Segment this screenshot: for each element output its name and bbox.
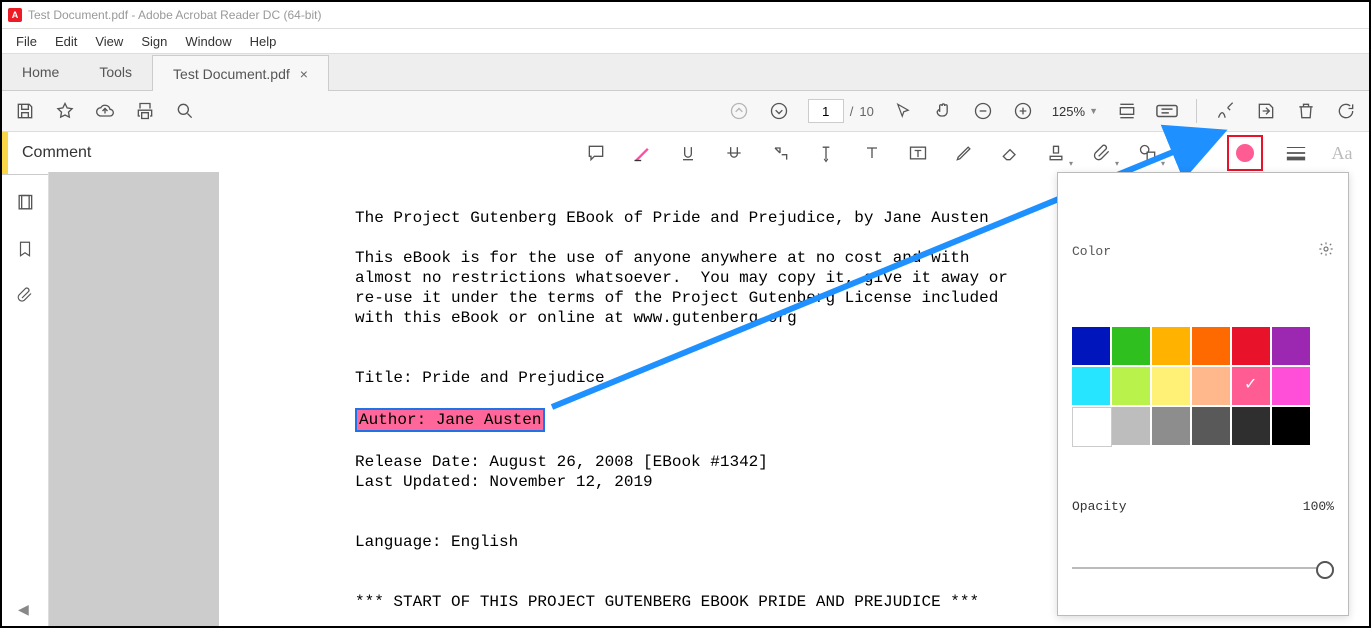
color-swatch[interactable]	[1272, 327, 1310, 365]
attachment-icon[interactable]: ▾	[1089, 140, 1115, 166]
menu-view[interactable]: View	[87, 32, 131, 51]
attachments-panel-icon[interactable]	[14, 284, 36, 306]
rotate-icon[interactable]	[1335, 100, 1357, 122]
side-toolbar: ◀	[2, 172, 49, 626]
color-panel-title: Color	[1072, 244, 1111, 260]
color-swatch[interactable]	[1072, 407, 1112, 447]
toolbar-accent	[2, 132, 8, 174]
collapse-icon[interactable]: ◀	[18, 601, 29, 618]
zoom-out-icon[interactable]	[972, 100, 994, 122]
menu-edit[interactable]: Edit	[47, 32, 85, 51]
gear-icon[interactable]	[1271, 225, 1334, 279]
read-mode-icon[interactable]	[1156, 100, 1178, 122]
save-icon[interactable]	[14, 100, 36, 122]
print-icon[interactable]	[134, 100, 156, 122]
color-swatch[interactable]	[1112, 327, 1150, 365]
hand-icon[interactable]	[932, 100, 954, 122]
highlighted-text[interactable]: Author: Jane Austen	[355, 408, 545, 432]
document-page[interactable]: The Project Gutenberg EBook of Pride and…	[219, 172, 1369, 626]
page-total: 10	[859, 104, 873, 119]
cloud-upload-icon[interactable]	[94, 100, 116, 122]
textbox-icon[interactable]	[905, 140, 931, 166]
pencil-icon[interactable]	[951, 140, 977, 166]
tab-document[interactable]: Test Document.pdf ×	[152, 55, 329, 91]
color-swatch[interactable]	[1272, 407, 1310, 445]
comment-toolbar: Comment ▾ ▾ ▾ Aa	[2, 132, 1369, 175]
bookmark-icon[interactable]	[14, 238, 36, 260]
star-icon[interactable]	[54, 100, 76, 122]
color-swatch[interactable]	[1232, 327, 1270, 365]
zoom-value: 125%	[1052, 104, 1085, 119]
opacity-label: Opacity	[1072, 499, 1127, 515]
add-text-icon[interactable]	[859, 140, 885, 166]
tab-home[interactable]: Home	[2, 54, 79, 90]
workarea: ◀ The Project Gutenberg EBook of Pride a…	[2, 172, 1369, 626]
menu-help[interactable]: Help	[242, 32, 285, 51]
menu-file[interactable]: File	[8, 32, 45, 51]
highlight-icon[interactable]	[629, 140, 655, 166]
color-swatch[interactable]	[1272, 367, 1310, 405]
color-swatch[interactable]	[1072, 367, 1110, 405]
close-icon[interactable]: ×	[300, 66, 308, 82]
insert-text-icon[interactable]	[813, 140, 839, 166]
page-down-icon[interactable]	[768, 100, 790, 122]
menu-sign[interactable]: Sign	[133, 32, 175, 51]
page-gutter	[49, 172, 219, 626]
search-icon[interactable]	[174, 100, 196, 122]
comment-label: Comment	[22, 144, 91, 162]
color-swatch[interactable]	[1232, 407, 1270, 445]
page-indicator: / 10	[808, 99, 874, 123]
line-weight-icon[interactable]	[1283, 140, 1309, 166]
divider	[1196, 99, 1197, 123]
current-color-dot	[1236, 144, 1254, 162]
color-swatch[interactable]	[1232, 367, 1270, 405]
color-swatch[interactable]	[1072, 327, 1110, 365]
color-picker-button[interactable]	[1227, 135, 1263, 171]
titlebar: A Test Document.pdf - Adobe Acrobat Read…	[2, 2, 1369, 29]
color-swatch[interactable]	[1192, 327, 1230, 365]
share-icon[interactable]	[1255, 100, 1277, 122]
thumbnails-icon[interactable]	[14, 192, 36, 214]
pointer-icon[interactable]	[892, 100, 914, 122]
tabbar: Home Tools Test Document.pdf ×	[2, 54, 1369, 91]
sign-icon[interactable]	[1215, 100, 1237, 122]
color-swatch[interactable]	[1112, 407, 1150, 445]
shapes-icon[interactable]: ▾	[1135, 140, 1161, 166]
window-title: Test Document.pdf - Adobe Acrobat Reader…	[28, 8, 321, 22]
opacity-slider[interactable]	[1072, 559, 1334, 577]
main-toolbar: / 10 125% ▼	[2, 91, 1369, 132]
color-swatch[interactable]	[1192, 407, 1230, 445]
app-icon: A	[8, 8, 22, 22]
stamp-icon[interactable]: ▾	[1043, 140, 1069, 166]
sticky-note-icon[interactable]	[583, 140, 609, 166]
text-format-icon[interactable]: Aa	[1329, 140, 1355, 166]
zoom-dropdown[interactable]: 125% ▼	[1052, 104, 1098, 119]
opacity-value: 100%	[1303, 499, 1334, 515]
color-swatch[interactable]	[1152, 407, 1190, 445]
color-swatches	[1072, 327, 1334, 445]
color-swatch[interactable]	[1112, 367, 1150, 405]
menu-window[interactable]: Window	[177, 32, 239, 51]
color-swatch[interactable]	[1152, 367, 1190, 405]
menubar: File Edit View Sign Window Help	[2, 29, 1369, 54]
color-swatch[interactable]	[1152, 327, 1190, 365]
tab-tools[interactable]: Tools	[79, 54, 152, 90]
color-panel: Color Opacity 100%	[1057, 172, 1349, 616]
delete-icon[interactable]	[1295, 100, 1317, 122]
color-swatch[interactable]	[1192, 367, 1230, 405]
fit-width-icon[interactable]	[1116, 100, 1138, 122]
tab-document-label: Test Document.pdf	[173, 66, 290, 82]
replace-text-icon[interactable]	[767, 140, 793, 166]
page-up-icon	[728, 100, 750, 122]
zoom-in-icon[interactable]	[1012, 100, 1034, 122]
underline-icon[interactable]	[675, 140, 701, 166]
strikethrough-icon[interactable]	[721, 140, 747, 166]
eraser-icon[interactable]	[997, 140, 1023, 166]
chevron-down-icon: ▼	[1089, 106, 1098, 116]
page-number-input[interactable]	[808, 99, 844, 123]
pin-icon[interactable]	[1181, 140, 1207, 166]
